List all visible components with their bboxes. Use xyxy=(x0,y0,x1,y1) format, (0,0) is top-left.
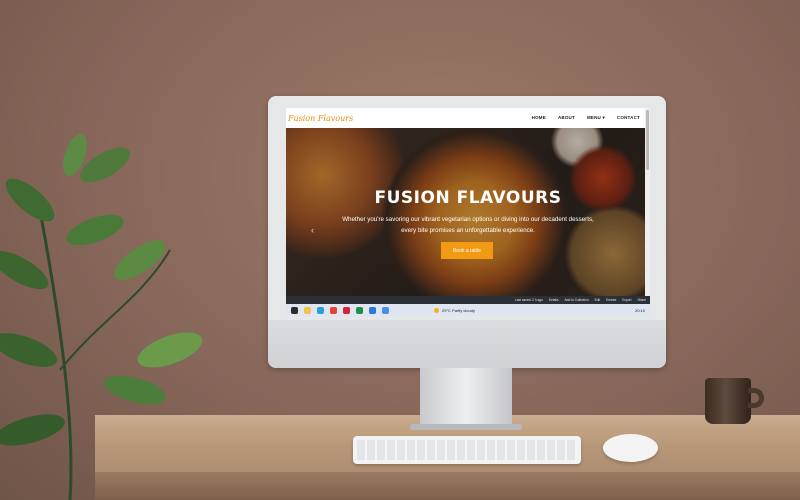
book-table-button[interactable]: Book a table xyxy=(441,242,493,259)
chrome-icon[interactable] xyxy=(330,306,337,314)
hero-title: FUSION FLAVOURS xyxy=(374,188,562,208)
nav-links: HOME ABOUT MENU ▾ CONTACT xyxy=(532,115,640,121)
chrome-profile-icon[interactable] xyxy=(382,306,389,314)
notif-edit[interactable]: Edit xyxy=(595,298,601,302)
weather-text: 29°C Partly cloudy xyxy=(442,307,475,313)
taskbar-icons xyxy=(291,306,389,314)
coffee-mug xyxy=(705,378,751,424)
mouse xyxy=(603,434,658,462)
notif-details[interactable]: Details xyxy=(549,298,559,302)
monitor-stand xyxy=(420,368,512,428)
notif-collection[interactable]: Add to Collection xyxy=(565,298,589,302)
hero-overlay xyxy=(286,128,650,296)
clock[interactable]: 20:10 xyxy=(635,308,645,313)
notif-share[interactable]: Share xyxy=(637,298,646,302)
system-tray: 20:10 xyxy=(635,308,645,313)
nav-contact[interactable]: CONTACT xyxy=(617,115,640,121)
weather-widget[interactable]: 29°C Partly cloudy xyxy=(434,307,475,313)
scrollbar-thumb[interactable] xyxy=(646,110,649,170)
notification-bar: Last saved: 2 h ago Details Add to Colle… xyxy=(286,296,650,304)
nav-about[interactable]: ABOUT xyxy=(558,115,575,121)
spreadsheet-icon[interactable] xyxy=(356,306,363,314)
edge-icon[interactable] xyxy=(317,306,324,314)
notif-export[interactable]: Export xyxy=(622,298,631,302)
page-scrollbar[interactable] xyxy=(645,108,650,296)
desk-edge xyxy=(95,472,800,500)
opera-icon[interactable] xyxy=(343,306,350,314)
keyboard-keys xyxy=(357,440,577,460)
hero-subtitle: Whether you're savoring our vibrant vege… xyxy=(342,216,594,234)
file-explorer-icon[interactable] xyxy=(304,306,311,314)
monitor-chin xyxy=(268,320,666,368)
monitor-stand-base xyxy=(410,424,522,430)
sun-icon xyxy=(434,307,439,313)
site-logo[interactable]: Fusion Flavours xyxy=(288,114,353,123)
site-navbar: Fusion Flavours HOME ABOUT MENU ▾ CONTAC… xyxy=(286,108,650,128)
taskbar: 29°C Partly cloudy 20:10 xyxy=(286,304,650,316)
nav-home[interactable]: HOME xyxy=(532,115,546,121)
screen: Fusion Flavours HOME ABOUT MENU ▾ CONTAC… xyxy=(286,108,650,316)
nav-menu[interactable]: MENU ▾ xyxy=(587,115,605,121)
hero-section: ‹ FUSION FLAVOURS Whether you're savorin… xyxy=(286,128,650,296)
start-icon[interactable] xyxy=(291,306,298,314)
notif-embed[interactable]: Embed xyxy=(606,298,616,302)
carousel-prev-icon[interactable]: ‹ xyxy=(311,225,314,235)
notif-saved: Last saved: 2 h ago xyxy=(514,298,543,302)
vscode-icon[interactable] xyxy=(369,306,376,314)
